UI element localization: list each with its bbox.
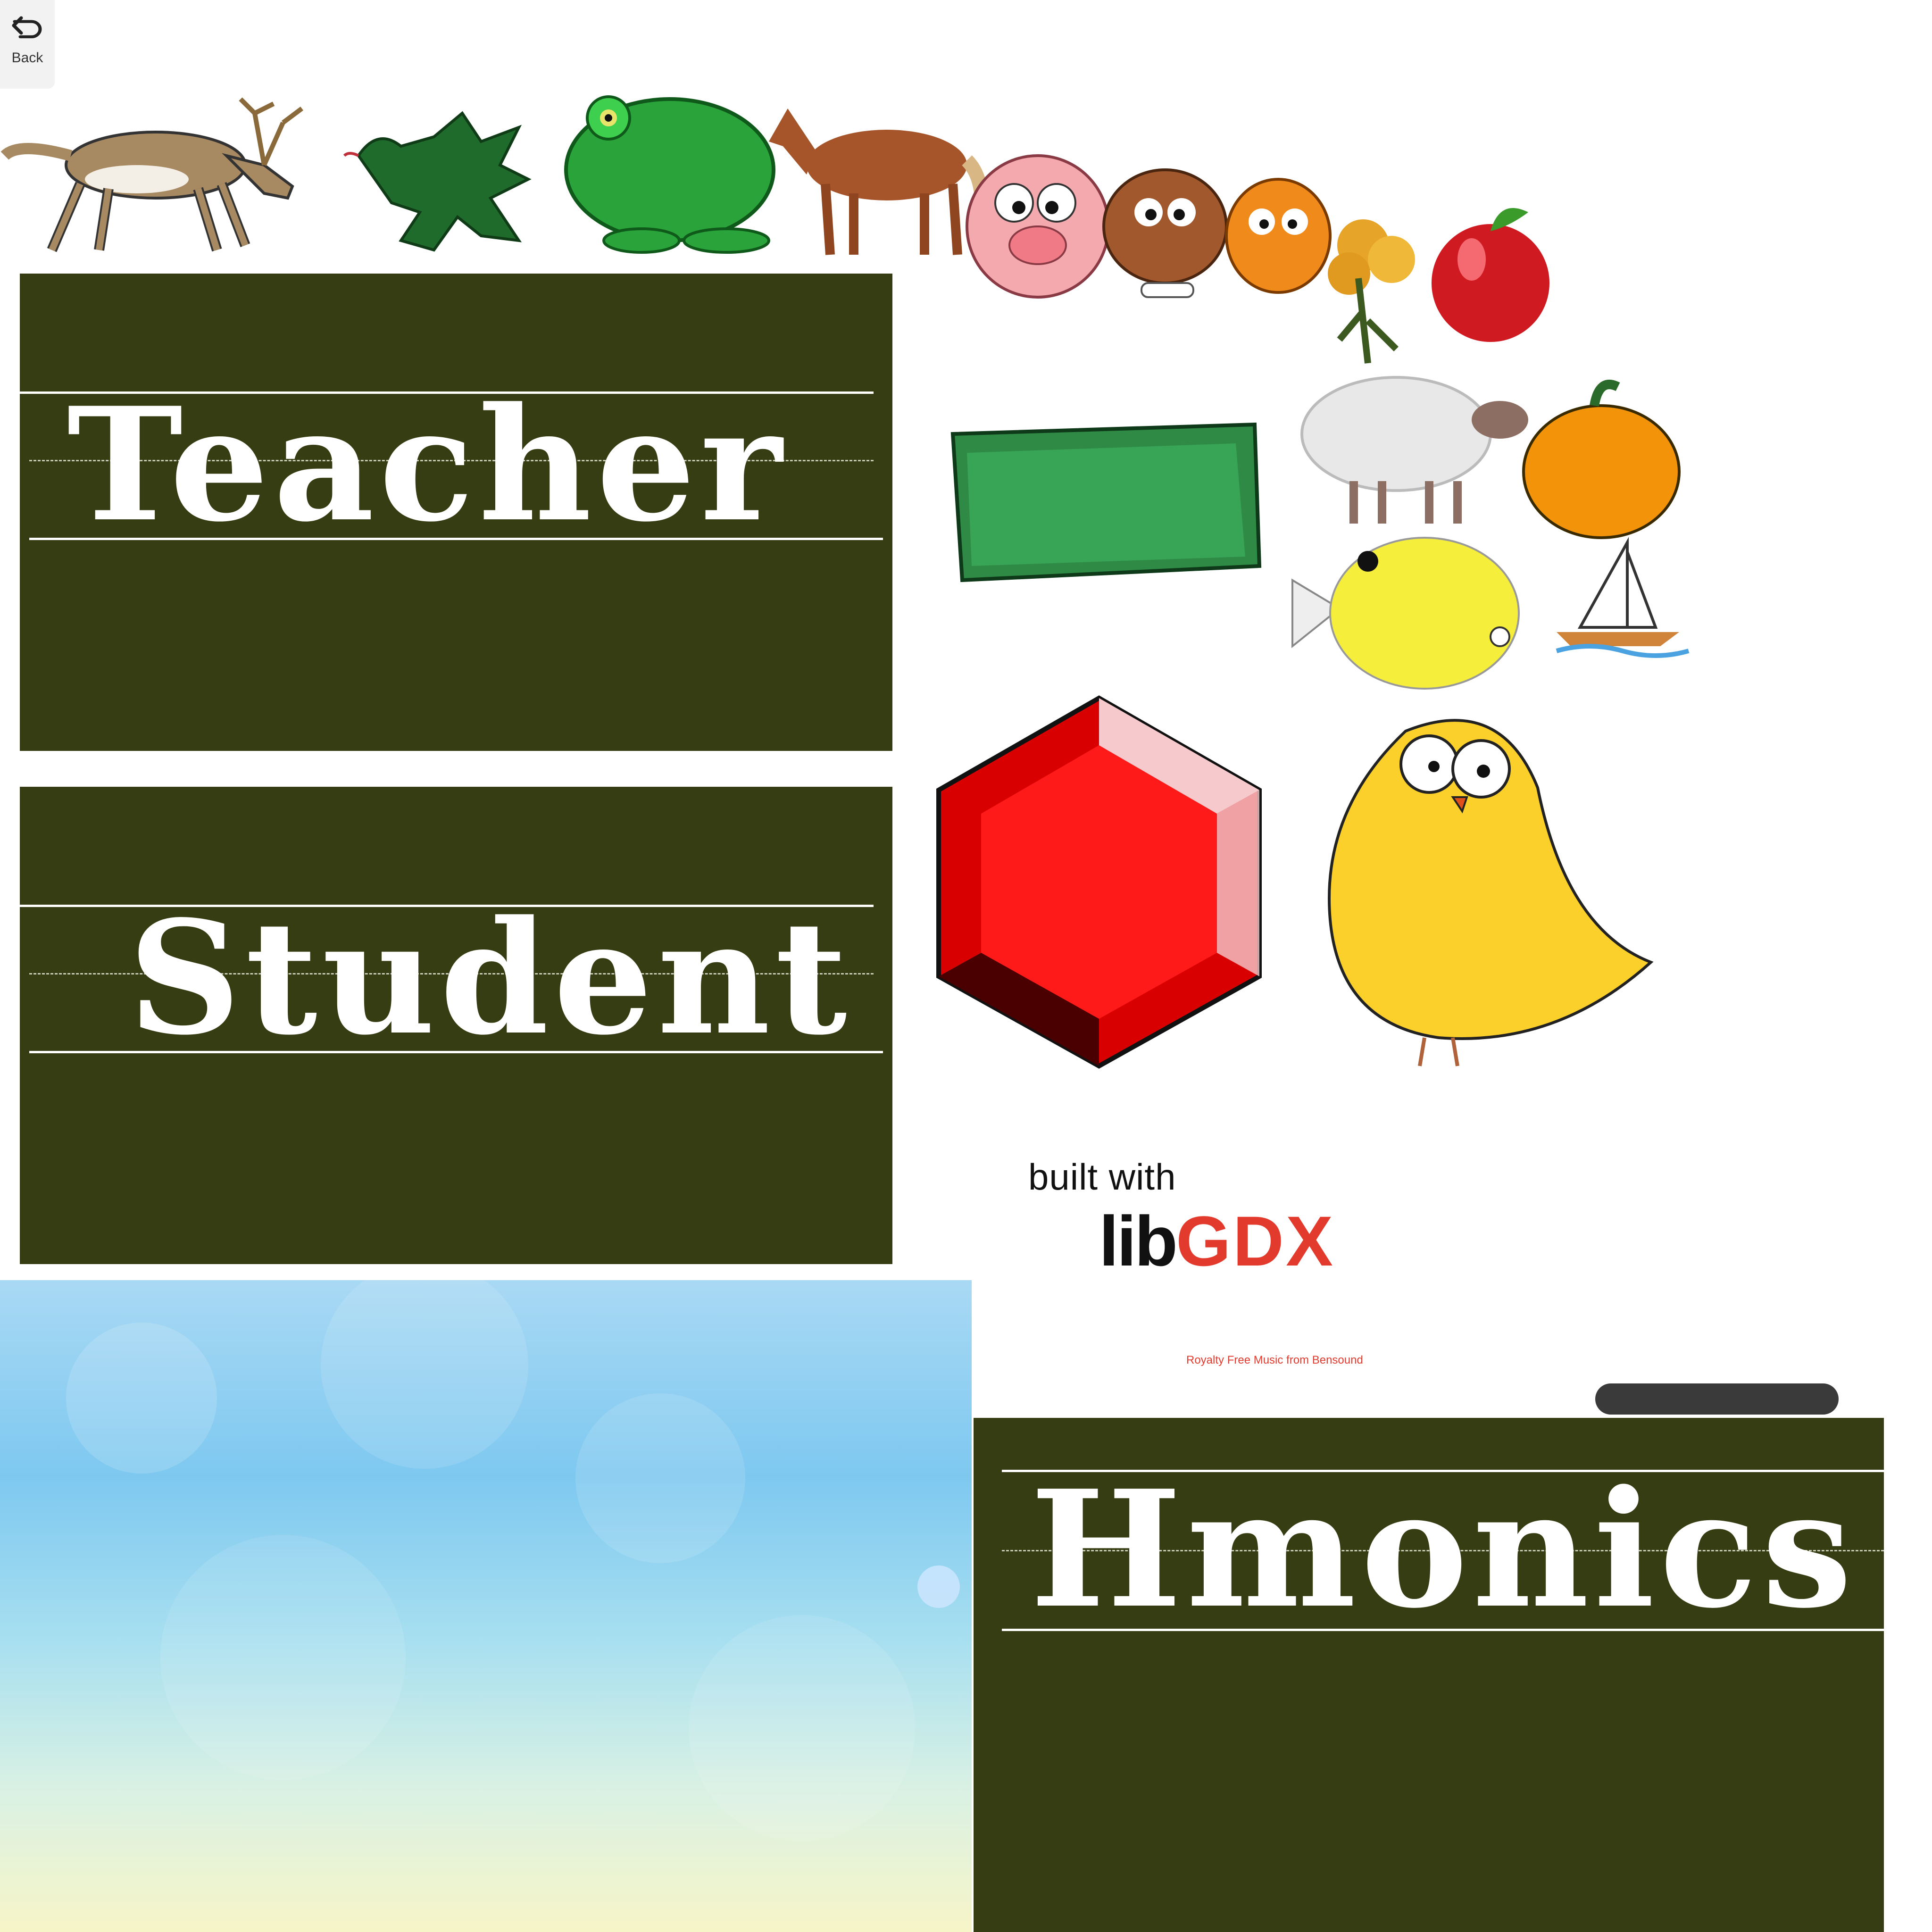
teacher-button[interactable]: Teacher <box>20 274 892 751</box>
deer-icon <box>0 97 303 252</box>
flower-icon <box>1328 219 1415 364</box>
back-button[interactable]: Back <box>0 0 55 89</box>
apple-icon <box>1432 208 1549 342</box>
chick-icon <box>1328 719 1654 1066</box>
cat-icon <box>1225 178 1332 294</box>
libgdx-logo: libGDX <box>1099 1200 1335 1282</box>
student-button[interactable]: Student <box>20 787 892 1264</box>
pumpkin-icon <box>1522 380 1681 539</box>
app-title: Hmonics <box>1030 1456 1857 1644</box>
undo-arrow-icon <box>11 14 44 44</box>
dragon-icon <box>343 111 532 252</box>
dog-icon <box>1102 168 1228 298</box>
music-credit: Royalty Free Music from Bensound <box>1186 1354 1363 1366</box>
app-title-board: Hmonics <box>974 1418 1884 1932</box>
sky-background <box>0 1280 972 1932</box>
scroll-handle[interactable] <box>1595 1383 1839 1415</box>
sailboat-icon <box>1556 537 1690 658</box>
horse-icon <box>769 108 989 255</box>
pig-icon <box>966 154 1110 299</box>
frog-icon <box>564 95 775 254</box>
ruby-icon <box>936 695 1262 1069</box>
libgdx-logo-lib: lib <box>1099 1201 1178 1281</box>
back-label: Back <box>11 50 43 66</box>
sheep-icon <box>1300 376 1528 524</box>
money-icon <box>950 422 1262 583</box>
built-with-label: built with <box>1028 1156 1176 1198</box>
student-label: Student <box>128 886 852 1069</box>
fish-icon <box>1291 537 1520 690</box>
teacher-label: Teacher <box>67 373 787 556</box>
libgdx-logo-gdx: GDX <box>1175 1201 1335 1281</box>
